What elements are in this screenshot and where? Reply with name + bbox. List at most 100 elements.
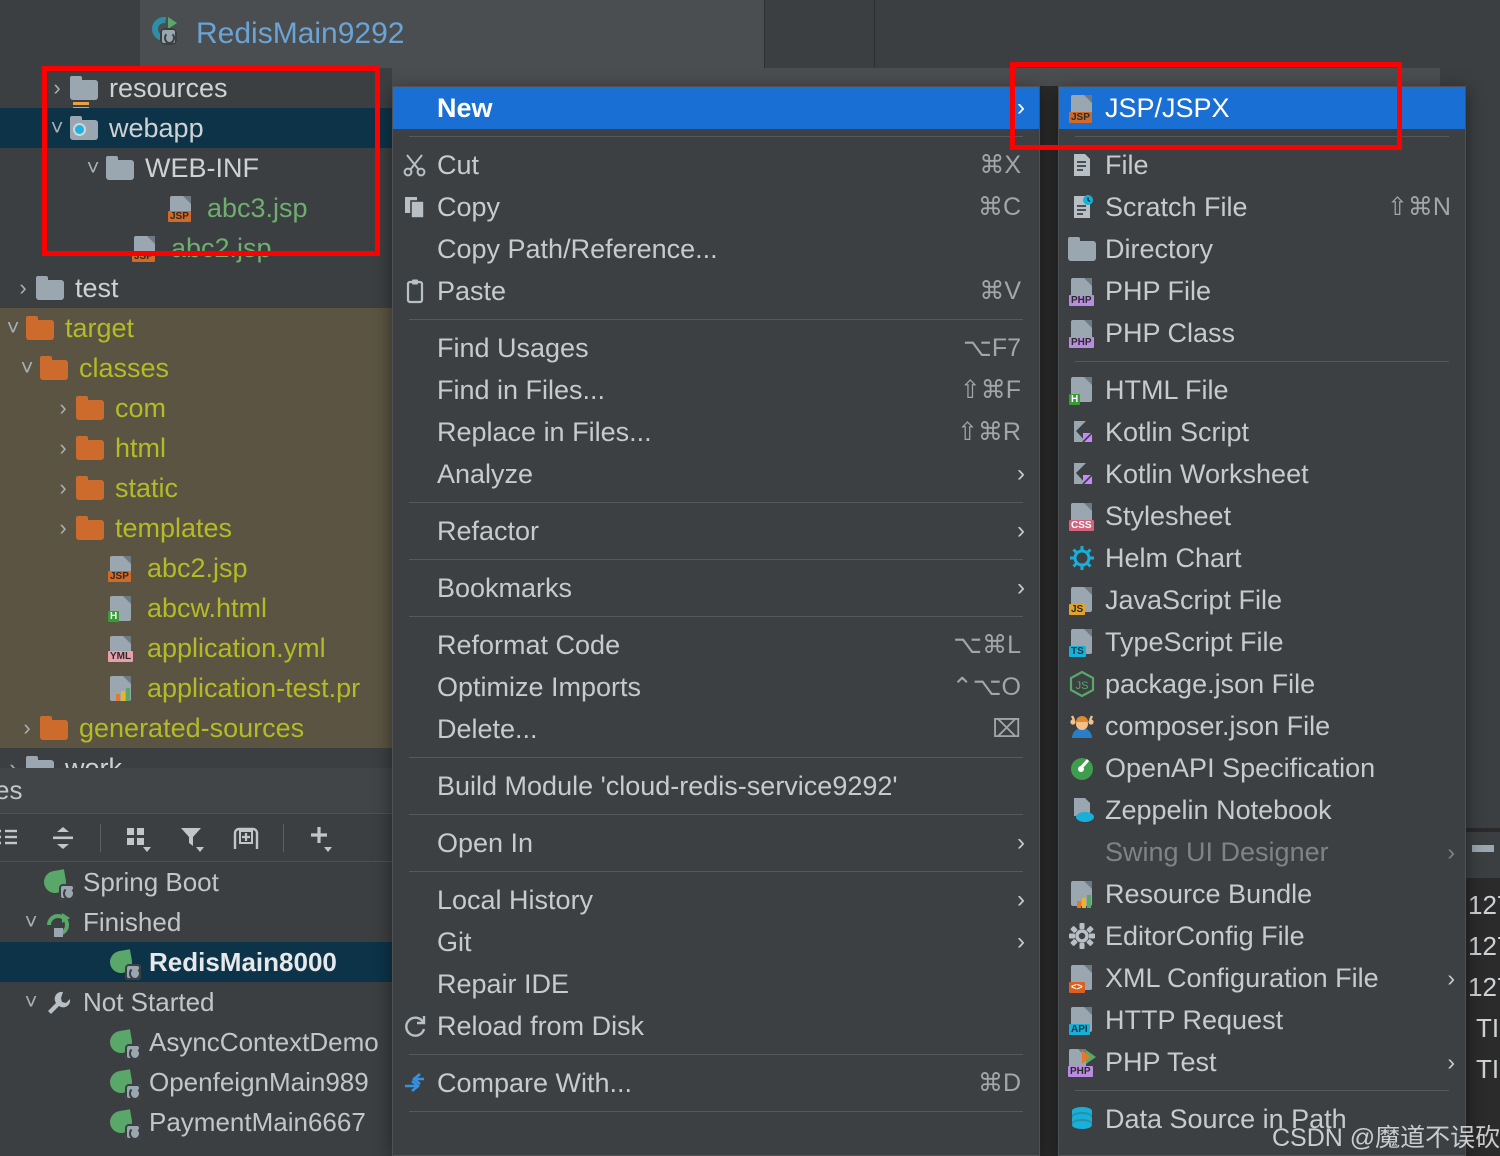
chevron-right-icon[interactable]: ›	[50, 435, 76, 461]
submenu-item-php-test[interactable]: PHP PHP Test ›	[1059, 1041, 1465, 1083]
chevron-right-icon[interactable]: ›	[0, 755, 26, 768]
submenu-item-kotlin-worksheet[interactable]: Kotlin Worksheet	[1059, 453, 1465, 495]
menu-item-bookmarks[interactable]: Bookmarks ›	[393, 567, 1039, 609]
submenu-item-jsp-jspx[interactable]: JSP JSP/JSPX	[1059, 87, 1465, 129]
menu-item-optimize-imports[interactable]: Optimize Imports ⌃⌥O	[393, 666, 1039, 708]
submenu-item-directory[interactable]: Directory	[1059, 228, 1465, 270]
chevron-right-icon[interactable]: ›	[10, 275, 36, 301]
chevron-right-icon[interactable]: ›	[50, 515, 76, 541]
chevron-down-icon[interactable]: ˅	[0, 315, 26, 341]
submenu-item-html-file[interactable]: H HTML File	[1059, 369, 1465, 411]
new-submenu[interactable]: JSP JSP/JSPX File	[1058, 86, 1466, 1156]
chevron-right-icon[interactable]: ›	[44, 75, 70, 101]
project-tree[interactable]: › resources ˅ webapp ˅ WEB-INF › JSP abc…	[0, 68, 392, 768]
gear-icon	[1059, 922, 1105, 950]
chevron-down-icon[interactable]: ˅	[44, 115, 70, 141]
add-tab-icon[interactable]	[223, 818, 269, 858]
editor-tab-redismain9292[interactable]: RedisMain9292	[140, 0, 764, 68]
menu-item-copy[interactable]: Copy ⌘C	[393, 186, 1039, 228]
submenu-item-kotlin-script[interactable]: Kotlin Script	[1059, 411, 1465, 453]
tree-row-abc3-jsp[interactable]: › JSP abc3.jsp	[0, 188, 392, 228]
submenu-item-xml-configuration-file[interactable]: <> XML Configuration File ›	[1059, 957, 1465, 999]
service-row-label: AsyncContextDemo	[149, 1029, 379, 1055]
submenu-item-resource-bundle[interactable]: Resource Bundle	[1059, 873, 1465, 915]
chevron-placeholder: ›	[82, 595, 108, 621]
add-icon[interactable]	[298, 818, 344, 858]
submenu-item-scratch-file[interactable]: Scratch File ⇧⌘N	[1059, 186, 1465, 228]
menu-item-find-usages[interactable]: Find Usages ⌥F7	[393, 327, 1039, 369]
group-by-icon[interactable]	[115, 818, 161, 858]
chevron-down-icon[interactable]: ˅	[18, 909, 44, 935]
context-menu[interactable]: New › Cut ⌘X Copy ⌘C	[392, 86, 1040, 1156]
menu-item-cut[interactable]: Cut ⌘X	[393, 144, 1039, 186]
submenu-item-javascript-file[interactable]: JS JavaScript File	[1059, 579, 1465, 621]
submenu-item-composer-json-file[interactable]: composer.json File	[1059, 705, 1465, 747]
submenu-item-package-json-file[interactable]: JS package.json File	[1059, 663, 1465, 705]
gutter-value: 127	[1468, 931, 1500, 972]
submenu-item-stylesheet[interactable]: CSS Stylesheet	[1059, 495, 1465, 537]
chevron-right-icon[interactable]: ›	[50, 395, 76, 421]
tree-row-html[interactable]: › html	[0, 428, 392, 468]
right-toolbar-icon-cell[interactable]	[1466, 832, 1500, 878]
tree-row-abc2-jsp[interactable]: › JSP abc2.jsp	[0, 228, 392, 268]
menu-item-paste[interactable]: Paste ⌘V	[393, 270, 1039, 312]
service-row-spring-boot[interactable]: › Spring Boot	[0, 862, 392, 902]
service-row-redismain8000[interactable]: › RedisMain8000	[0, 942, 392, 982]
chevron-right-icon[interactable]: ›	[14, 715, 40, 741]
expand-all-icon[interactable]	[0, 818, 32, 858]
chevron-right-icon[interactable]: ›	[50, 475, 76, 501]
collapse-all-icon[interactable]	[40, 818, 86, 858]
submenu-item-label: JSP/JSPX	[1105, 93, 1465, 124]
menu-item-repair-ide[interactable]: Repair IDE	[393, 963, 1039, 1005]
menu-item-build-module[interactable]: Build Module 'cloud-redis-service9292'	[393, 765, 1039, 807]
menu-item-local-history[interactable]: Local History ›	[393, 879, 1039, 921]
tree-row-target[interactable]: ˅ target	[0, 308, 392, 348]
menu-item-open-in[interactable]: Open In ›	[393, 822, 1039, 864]
service-row-asynccontextdemo[interactable]: › AsyncContextDemo	[0, 1022, 392, 1062]
menu-item-analyze[interactable]: Analyze ›	[393, 453, 1039, 495]
service-group-finished[interactable]: ˅ Finished	[0, 902, 392, 942]
menu-item-reload-from-disk[interactable]: Reload from Disk	[393, 1005, 1039, 1047]
submenu-item-http-request[interactable]: API HTTP Request	[1059, 999, 1465, 1041]
menu-item-new[interactable]: New ›	[393, 87, 1039, 129]
menu-item-compare-with[interactable]: Compare With... ⌘D	[393, 1062, 1039, 1104]
submenu-item-helm-chart[interactable]: Helm Chart	[1059, 537, 1465, 579]
tree-row-webapp[interactable]: ˅ webapp	[0, 108, 392, 148]
tree-row-abcw-html[interactable]: › H abcw.html	[0, 588, 392, 628]
menu-item-replace-in-files[interactable]: Replace in Files... ⇧⌘R	[393, 411, 1039, 453]
services-list[interactable]: › Spring Boot ˅ Finished ›	[0, 862, 392, 1142]
tree-row-application-test-properties[interactable]: › application-test.pr	[0, 668, 392, 708]
service-row-label: Not Started	[83, 989, 215, 1015]
submenu-item-editorconfig-file[interactable]: EditorConfig File	[1059, 915, 1465, 957]
menu-item-refactor[interactable]: Refactor ›	[393, 510, 1039, 552]
menu-item-git[interactable]: Git ›	[393, 921, 1039, 963]
filter-icon[interactable]	[169, 818, 215, 858]
tree-row-test[interactable]: › test	[0, 268, 392, 308]
submenu-item-file[interactable]: File	[1059, 144, 1465, 186]
chevron-down-icon[interactable]: ˅	[14, 355, 40, 381]
menu-item-copy-path-reference[interactable]: Copy Path/Reference...	[393, 228, 1039, 270]
submenu-item-php-class[interactable]: PHP PHP Class	[1059, 312, 1465, 354]
tree-row-target-abc2-jsp[interactable]: › JSP abc2.jsp	[0, 548, 392, 588]
tree-row-web-inf[interactable]: ˅ WEB-INF	[0, 148, 392, 188]
tree-row-resources[interactable]: › resources	[0, 68, 392, 108]
tree-row-classes[interactable]: ˅ classes	[0, 348, 392, 388]
chevron-down-icon[interactable]: ˅	[80, 155, 106, 181]
tree-row-work[interactable]: › work	[0, 748, 392, 768]
service-row-openfeignmain989[interactable]: › OpenfeignMain989	[0, 1062, 392, 1102]
tree-row-templates[interactable]: › templates	[0, 508, 392, 548]
submenu-item-typescript-file[interactable]: TS TypeScript File	[1059, 621, 1465, 663]
service-group-not-started[interactable]: ˅ Not Started	[0, 982, 392, 1022]
submenu-item-php-file[interactable]: PHP PHP File	[1059, 270, 1465, 312]
chevron-down-icon[interactable]: ˅	[18, 989, 44, 1015]
service-row-paymentmain6667[interactable]: › PaymentMain6667	[0, 1102, 392, 1142]
menu-item-find-in-files[interactable]: Find in Files... ⇧⌘F	[393, 369, 1039, 411]
submenu-item-zeppelin-notebook[interactable]: Zeppelin Notebook	[1059, 789, 1465, 831]
menu-item-reformat-code[interactable]: Reformat Code ⌥⌘L	[393, 624, 1039, 666]
tree-row-static[interactable]: › static	[0, 468, 392, 508]
tree-row-application-yml[interactable]: › YML application.yml	[0, 628, 392, 668]
menu-item-delete[interactable]: Delete... ⌧	[393, 708, 1039, 750]
tree-row-com[interactable]: › com	[0, 388, 392, 428]
submenu-item-openapi-specification[interactable]: OpenAPI Specification	[1059, 747, 1465, 789]
tree-row-generated-sources[interactable]: › generated-sources	[0, 708, 392, 748]
